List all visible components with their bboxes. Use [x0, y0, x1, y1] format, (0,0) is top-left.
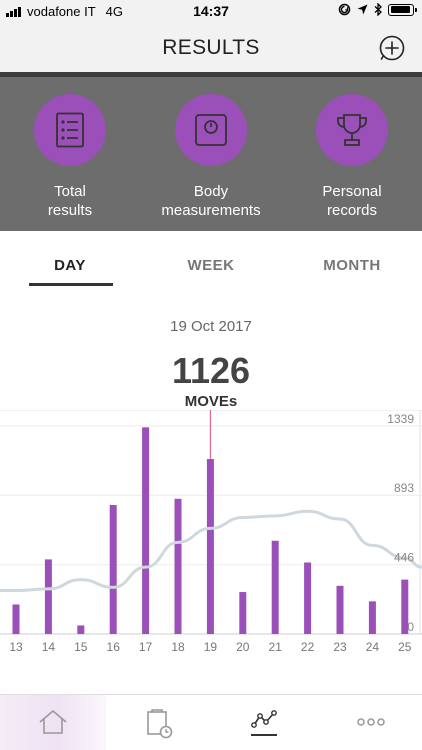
y-tick-label: 446 — [394, 551, 414, 565]
page-title: RESULTS — [162, 36, 260, 59]
bottom-tab-bar — [0, 694, 422, 750]
tab-results[interactable] — [212, 695, 318, 750]
plus-circle-icon[interactable] — [378, 34, 406, 62]
bar — [12, 604, 20, 634]
category-label-line1: Total — [54, 183, 86, 200]
x-tick-label: 21 — [269, 640, 283, 654]
list-icon — [56, 112, 84, 148]
category-total-results[interactable]: Total results — [0, 77, 140, 231]
category-circle — [34, 94, 106, 166]
x-tick-label: 13 — [9, 640, 23, 654]
x-tick-label: 14 — [42, 640, 56, 654]
category-circle — [316, 94, 388, 166]
tab-more[interactable] — [318, 695, 422, 750]
bar — [77, 625, 85, 634]
x-tick-label: 22 — [301, 640, 315, 654]
category-label-line1: Personal — [322, 183, 382, 200]
tab-week[interactable]: WEEK — [141, 257, 281, 274]
moves-chart[interactable]: 0 446 893 1339 13 14 15 16 17 18 19 20 21 22 23 24 25 — [0, 410, 422, 660]
bar — [304, 562, 312, 634]
category-label-line2: measurements — [161, 202, 261, 219]
results-graph-icon — [251, 710, 277, 728]
bar — [206, 459, 214, 634]
period-tabs: DAY WEEK MONTH — [0, 231, 422, 291]
y-tick-label: 1339 — [387, 412, 414, 426]
bar — [109, 505, 117, 634]
battery-icon — [388, 3, 417, 16]
bar — [239, 592, 247, 634]
bar — [44, 559, 52, 634]
x-tick-label: 23 — [333, 640, 347, 654]
x-tick-label: 19 — [204, 640, 218, 654]
category-label: Personal records — [282, 182, 422, 220]
x-tick-label: 24 — [366, 640, 380, 654]
status-bar: vodafone IT 4G 14:37 — [0, 0, 422, 22]
location-lock-icon — [338, 3, 351, 16]
location-arrow-icon — [357, 4, 368, 15]
scale-icon — [195, 114, 227, 146]
x-tick-label: 15 — [74, 640, 88, 654]
category-label: Total results — [0, 182, 140, 220]
category-label-line2: records — [326, 202, 378, 219]
trophy-icon — [337, 114, 367, 146]
x-tick-label: 20 — [236, 640, 250, 654]
bar — [142, 427, 150, 634]
category-strip: Total results Body measurements Personal… — [0, 77, 422, 231]
x-tick-label: 16 — [107, 640, 121, 654]
selected-date: 19 Oct 2017 — [170, 318, 252, 335]
y-tick-label: 0 — [407, 620, 414, 634]
category-label-line1: Body — [193, 183, 229, 200]
tab-activity-log[interactable] — [106, 695, 212, 750]
category-body-measurements[interactable]: Body measurements — [141, 77, 281, 231]
bar — [271, 540, 279, 634]
value-unit: MOVEs — [184, 393, 238, 410]
nav-bar: RESULTS — [0, 22, 422, 72]
activity-log-icon — [147, 709, 173, 739]
category-circle — [175, 94, 247, 166]
y-tick-label: 893 — [394, 481, 414, 495]
bar — [174, 498, 182, 634]
more-icon — [357, 718, 385, 726]
tab-month[interactable]: MONTH — [282, 257, 422, 274]
tab-home[interactable] — [0, 695, 106, 750]
x-tick-label: 25 — [398, 640, 412, 654]
category-personal-records[interactable]: Personal records — [282, 77, 422, 231]
bluetooth-icon — [374, 3, 382, 16]
active-tab-indicator — [29, 283, 113, 286]
category-label: Body measurements — [141, 182, 281, 220]
active-bottom-tab-indicator — [251, 734, 277, 736]
selected-value: 1126 — [171, 350, 251, 391]
x-tick-label: 18 — [171, 640, 185, 654]
home-icon — [39, 709, 67, 734]
status-right — [338, 3, 417, 16]
x-tick-label: 17 — [139, 640, 153, 654]
bar — [336, 585, 344, 634]
bar — [368, 601, 376, 634]
category-label-line2: results — [47, 202, 93, 219]
tab-day[interactable]: DAY — [0, 257, 140, 274]
